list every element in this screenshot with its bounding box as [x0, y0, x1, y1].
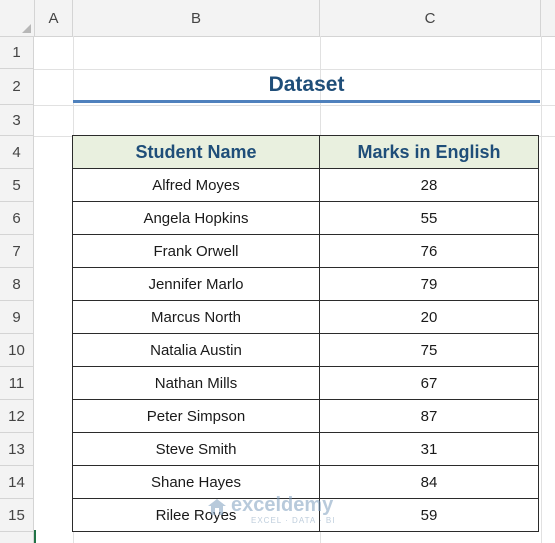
student-name-cell[interactable]: Jennifer Marlo: [72, 267, 320, 301]
table-row: Jennifer Marlo 79: [72, 267, 539, 301]
student-name-cell[interactable]: Angela Hopkins: [72, 201, 320, 235]
student-name-cell[interactable]: Marcus North: [72, 300, 320, 334]
spreadsheet: A B C 1 2 3 4 5 6 7 8 9 10 11 12 13 14 1…: [0, 0, 555, 543]
row-header-8[interactable]: 8: [0, 268, 34, 301]
table-row: Angela Hopkins 55: [72, 201, 539, 235]
student-name-cell[interactable]: Steve Smith: [72, 432, 320, 466]
row-header-4[interactable]: 4: [0, 136, 34, 169]
marks-cell[interactable]: 84: [319, 465, 539, 499]
student-marks-table: Student Name Marks in English Alfred Moy…: [72, 135, 539, 532]
gridline: [541, 36, 542, 543]
marks-cell[interactable]: 76: [319, 234, 539, 268]
column-header-c[interactable]: C: [320, 0, 541, 36]
row-header-1[interactable]: 1: [0, 37, 34, 69]
table-row: Steve Smith 31: [72, 432, 539, 466]
select-all-corner[interactable]: [0, 0, 35, 36]
gridline: [34, 105, 555, 106]
student-name-cell[interactable]: Rilee Royes: [72, 498, 320, 532]
marks-cell[interactable]: 31: [319, 432, 539, 466]
column-header-bar: A B C: [0, 0, 555, 37]
student-name-cell[interactable]: Shane Hayes: [72, 465, 320, 499]
header-marks-in-english[interactable]: Marks in English: [319, 135, 539, 169]
marks-cell[interactable]: 87: [319, 399, 539, 433]
row-header-7[interactable]: 7: [0, 235, 34, 268]
row-header-9[interactable]: 9: [0, 301, 34, 334]
table-row: Peter Simpson 87: [72, 399, 539, 433]
row-header-10[interactable]: 10: [0, 334, 34, 367]
row-header-16[interactable]: [0, 532, 34, 543]
table-row: Natalia Austin 75: [72, 333, 539, 367]
column-header-b[interactable]: B: [73, 0, 320, 36]
student-name-cell[interactable]: Peter Simpson: [72, 399, 320, 433]
table-row: Shane Hayes 84: [72, 465, 539, 499]
marks-cell[interactable]: 59: [319, 498, 539, 532]
table-row: Marcus North 20: [72, 300, 539, 334]
marks-cell[interactable]: 20: [319, 300, 539, 334]
row-header-6[interactable]: 6: [0, 202, 34, 235]
row-header-13[interactable]: 13: [0, 433, 34, 466]
marks-cell[interactable]: 75: [319, 333, 539, 367]
header-student-name[interactable]: Student Name: [72, 135, 320, 169]
marks-cell[interactable]: 67: [319, 366, 539, 400]
row-header-11[interactable]: 11: [0, 367, 34, 400]
marks-cell[interactable]: 79: [319, 267, 539, 301]
row-header-5[interactable]: 5: [0, 169, 34, 202]
title-underline: [73, 100, 540, 103]
sheet-edge-accent: [34, 530, 36, 543]
table-row: Nathan Mills 67: [72, 366, 539, 400]
dataset-title[interactable]: Dataset: [73, 70, 540, 100]
column-header-d[interactable]: [541, 0, 555, 36]
row-header-12[interactable]: 12: [0, 400, 34, 433]
row-header-14[interactable]: 14: [0, 466, 34, 499]
table-header-row: Student Name Marks in English: [72, 135, 539, 169]
table-row: Frank Orwell 76: [72, 234, 539, 268]
row-header-2[interactable]: 2: [0, 69, 34, 105]
row-header-3[interactable]: 3: [0, 105, 34, 136]
column-header-a[interactable]: A: [35, 0, 73, 36]
row-header-15[interactable]: 15: [0, 499, 34, 532]
student-name-cell[interactable]: Alfred Moyes: [72, 168, 320, 202]
student-name-cell[interactable]: Nathan Mills: [72, 366, 320, 400]
marks-cell[interactable]: 55: [319, 201, 539, 235]
student-name-cell[interactable]: Frank Orwell: [72, 234, 320, 268]
table-row: Rilee Royes 59: [72, 498, 539, 532]
table-row: Alfred Moyes 28: [72, 168, 539, 202]
student-name-cell[interactable]: Natalia Austin: [72, 333, 320, 367]
select-all-triangle-icon: [22, 24, 31, 33]
marks-cell[interactable]: 28: [319, 168, 539, 202]
